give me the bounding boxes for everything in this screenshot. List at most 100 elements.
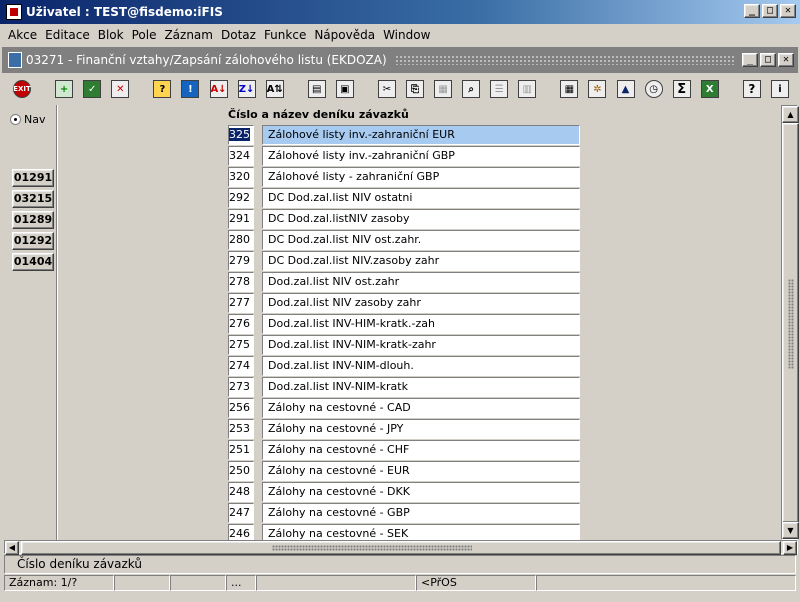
minimize-button[interactable]: _ (744, 4, 760, 18)
journal-name-field[interactable]: Zálohy na cestovné - SEK (262, 524, 580, 540)
nav-button-01289[interactable]: 01289 (12, 211, 54, 229)
journal-name-field[interactable]: DC Dod.zal.list NIV ost.zahr. (262, 230, 580, 250)
print-button[interactable]: ▤ (307, 77, 327, 101)
sum-button[interactable]: Σ (672, 77, 692, 101)
menu-napoveda[interactable]: Nápověda (310, 28, 379, 42)
journal-name-field[interactable]: DC Dod.zal.listNIV zasoby (262, 209, 580, 229)
columns-button[interactable]: ▥ (517, 77, 537, 101)
journal-name-field[interactable]: DC Dod.zal.list NIV ostatni (262, 188, 580, 208)
chart-button[interactable]: ▲ (615, 77, 635, 101)
form-close-button[interactable]: ✕ (778, 53, 794, 67)
journal-number-field[interactable]: 279 (228, 251, 254, 271)
list-item[interactable]: 325 Zálohové listy inv.-zahraniční EUR (228, 125, 580, 145)
list-item[interactable]: 253 Zálohy na cestovné - JPY (228, 419, 580, 439)
journal-number-field[interactable]: 274 (228, 356, 254, 376)
list-item[interactable]: 250 Zálohy na cestovné - EUR (228, 461, 580, 481)
list-item[interactable]: 277 Dod.zal.list NIV zasoby zahr (228, 293, 580, 313)
list-item[interactable]: 273 Dod.zal.list INV-NIM-kratk (228, 377, 580, 397)
delete-record-button[interactable]: ✕ (110, 77, 130, 101)
calculator-button[interactable]: ▦ (559, 77, 579, 101)
journal-number-field[interactable]: 324 (228, 146, 254, 166)
help-button[interactable]: ? (742, 77, 762, 101)
journal-name-field[interactable]: Zálohy na cestovné - GBP (262, 503, 580, 523)
list-item[interactable]: 291 DC Dod.zal.listNIV zasoby (228, 209, 580, 229)
list-item[interactable]: 292 DC Dod.zal.list NIV ostatni (228, 188, 580, 208)
info-button[interactable]: i (770, 77, 790, 101)
list-item[interactable]: 278 Dod.zal.list NIV ost.zahr (228, 272, 580, 292)
journal-name-field[interactable]: DC Dod.zal.list NIV.zasoby zahr (262, 251, 580, 271)
scroll-right-button[interactable]: ▶ (783, 541, 797, 555)
nav-radio-dot[interactable] (10, 114, 21, 125)
journal-number-field[interactable]: 253 (228, 419, 254, 439)
journal-name-field[interactable]: Dod.zal.list INV-HIM-kratk.-zah (262, 314, 580, 334)
journal-number-field[interactable]: 276 (228, 314, 254, 334)
nav-button-01404[interactable]: 01404 (12, 253, 54, 271)
scroll-down-button[interactable]: ▼ (782, 522, 799, 539)
horizontal-scrollbar[interactable]: ◀ ▶ (4, 540, 798, 555)
journal-name-field[interactable]: Zálohy na cestovné - CAD (262, 398, 580, 418)
journal-name-field[interactable]: Dod.zal.list INV-NIM-kratk (262, 377, 580, 397)
window-titlebar[interactable]: Uživatel : TEST@fisdemo:iFIS _ □ ✕ (0, 0, 800, 24)
list-item[interactable]: 248 Zálohy na cestovné - DKK (228, 482, 580, 502)
journal-name-field[interactable]: Zálohy na cestovné - CHF (262, 440, 580, 460)
journal-number-field[interactable]: 280 (228, 230, 254, 250)
list-item[interactable]: 247 Zálohy na cestovné - GBP (228, 503, 580, 523)
journal-number-field[interactable]: 277 (228, 293, 254, 313)
list-item[interactable]: 275 Dod.zal.list INV-NIM-kratk-zahr (228, 335, 580, 355)
journal-name-field[interactable]: Zálohy na cestovné - JPY (262, 419, 580, 439)
journal-number-field[interactable]: 325 (228, 125, 254, 145)
settings-button[interactable]: ✲ (587, 77, 607, 101)
nav-button-03215[interactable]: 03215 (12, 190, 54, 208)
excel-button[interactable]: X (700, 77, 720, 101)
save-record-button[interactable]: ✓ (82, 77, 102, 101)
cut-button[interactable]: ✂ (377, 77, 397, 101)
journal-number-field[interactable]: 248 (228, 482, 254, 502)
form-minimize-button[interactable]: _ (742, 53, 758, 67)
list-item[interactable]: 256 Zálohy na cestovné - CAD (228, 398, 580, 418)
scroll-left-button[interactable]: ◀ (5, 541, 19, 555)
journal-number-field[interactable]: 291 (228, 209, 254, 229)
maximize-button[interactable]: □ (762, 4, 778, 18)
nav-button-01292[interactable]: 01292 (12, 232, 54, 250)
journal-name-field[interactable]: Dod.zal.list INV-NIM-dlouh. (262, 356, 580, 376)
menu-zaznam[interactable]: Záznam (160, 28, 217, 42)
nav-button-01291[interactable]: 01291 (12, 169, 54, 187)
journal-name-field[interactable]: Zálohové listy - zahraniční GBP (262, 167, 580, 187)
clock-button[interactable]: ◷ (644, 77, 664, 101)
journal-name-field[interactable]: Dod.zal.list NIV ost.zahr (262, 272, 580, 292)
journal-name-field[interactable]: Dod.zal.list NIV zasoby zahr (262, 293, 580, 313)
list-item[interactable]: 320 Zálohové listy - zahraniční GBP (228, 167, 580, 187)
journal-number-field[interactable]: 320 (228, 167, 254, 187)
menu-akce[interactable]: Akce (4, 28, 41, 42)
list-item[interactable]: 279 DC Dod.zal.list NIV.zasoby zahr (228, 251, 580, 271)
journal-number-field[interactable]: 273 (228, 377, 254, 397)
sort-desc-button[interactable]: Z↓ (237, 77, 257, 101)
menu-window[interactable]: Window (379, 28, 434, 42)
list-item[interactable]: 324 Zálohové listy inv.-zahraniční GBP (228, 146, 580, 166)
journal-name-field[interactable]: Zálohové listy inv.-zahraniční EUR (262, 125, 580, 145)
menu-blok[interactable]: Blok (94, 28, 128, 42)
form-titlebar[interactable]: 03271 - Finanční vztahy/Zapsání zálohové… (2, 47, 798, 73)
menu-editace[interactable]: Editace (41, 28, 94, 42)
menu-dotaz[interactable]: Dotaz (217, 28, 260, 42)
copy-button[interactable]: ⎘ (405, 77, 425, 101)
execute-query-button[interactable]: ! (180, 77, 200, 101)
journal-name-field[interactable]: Zálohy na cestovné - DKK (262, 482, 580, 502)
paste-button[interactable]: ▦ (433, 77, 453, 101)
journal-number-field[interactable]: 250 (228, 461, 254, 481)
find-button[interactable]: ⌕ (461, 77, 481, 101)
menu-funkce[interactable]: Funkce (260, 28, 310, 42)
journal-name-field[interactable]: Zálohy na cestovné - EUR (262, 461, 580, 481)
journal-number-field[interactable]: 247 (228, 503, 254, 523)
list-item[interactable]: 280 DC Dod.zal.list NIV ost.zahr. (228, 230, 580, 250)
exit-button[interactable]: EXIT (12, 77, 32, 101)
journal-number-field[interactable]: 292 (228, 188, 254, 208)
print-preview-button[interactable]: ▣ (335, 77, 355, 101)
journal-number-field[interactable]: 251 (228, 440, 254, 460)
journal-number-field[interactable]: 256 (228, 398, 254, 418)
vertical-scroll-thumb[interactable] (782, 123, 799, 523)
form-maximize-button[interactable]: □ (760, 53, 776, 67)
journal-number-field[interactable]: 275 (228, 335, 254, 355)
list-item[interactable]: 276 Dod.zal.list INV-HIM-kratk.-zah (228, 314, 580, 334)
journal-name-field[interactable]: Dod.zal.list INV-NIM-kratk-zahr (262, 335, 580, 355)
